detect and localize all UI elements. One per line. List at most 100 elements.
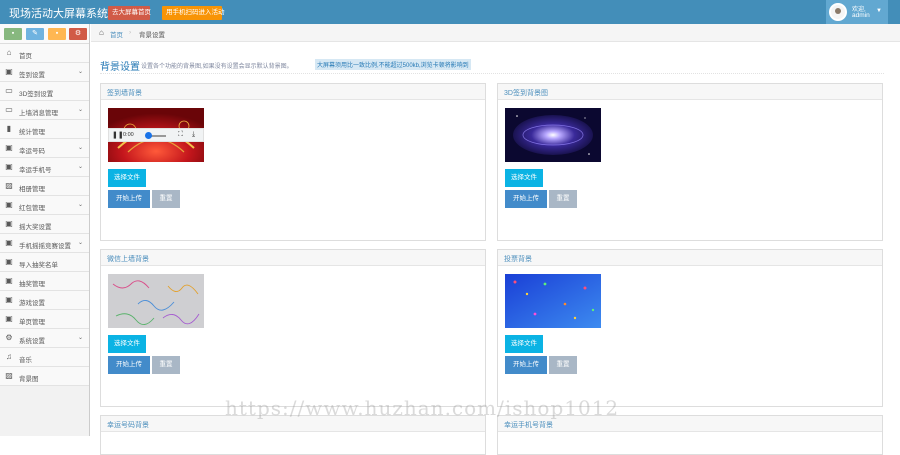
panel-vote-bg: 投票背景 选择文件 开始上传 重置 [497, 249, 883, 407]
breadcrumb-separator: › [129, 29, 132, 36]
breadcrumb-home-link[interactable]: 首页 [110, 29, 123, 39]
monitor-icon: ▭ [5, 86, 13, 95]
sidebar-item[interactable]: ▣ 签到设置 ⌄ [0, 63, 89, 82]
video-time: 0:00 [123, 132, 134, 138]
sidebar-item-label: 单页管理 [19, 319, 45, 326]
panel-title: 投票背景 [504, 256, 532, 263]
gift-icon: ▣ [5, 238, 13, 247]
reset-button[interactable]: 重置 [549, 190, 577, 208]
signal-icon: ▮ [6, 124, 12, 133]
sidebar-item[interactable]: ⌂ 首页 [0, 44, 89, 63]
sidebar-item-label: 系统设置 [19, 338, 45, 345]
choose-file-button[interactable]: 选择文件 [505, 169, 543, 187]
sidebar-shortcuts: ▪ ✎ ▪ ⚙ [0, 24, 89, 44]
app-title[interactable]: 现场活动大屏幕系统 [9, 5, 108, 21]
sidebar-item[interactable]: ▣ 导入抽奖名单 [0, 253, 89, 272]
sidebar-item[interactable]: ▭ 上墙消息管理 ⌄ [0, 101, 89, 120]
sidebar-item-label: 红包管理 [19, 205, 45, 212]
page-title: 背景设置 [100, 62, 140, 73]
top-navbar: 现场活动大屏幕系统 去大屏幕首页 用手机扫码进入活动 欢迎, admin ▼ [0, 0, 900, 24]
panel-lucky-number-bg: 幸运号码背景 [100, 415, 486, 455]
sidebar-item[interactable]: ▨ 相册管理 [0, 177, 89, 196]
chevron-down-icon: ⌄ [77, 107, 83, 113]
sidebar-item[interactable]: ▮ 统计管理 [0, 120, 89, 139]
chevron-down-icon: ⌄ [77, 335, 83, 341]
start-upload-button[interactable]: 开始上传 [108, 190, 150, 208]
sidebar-item[interactable]: ⚙ 系统设置 ⌄ [0, 329, 89, 348]
start-upload-button[interactable]: 开始上传 [108, 356, 150, 374]
sidebar-item-label: 3D签到设置 [19, 91, 54, 98]
wechat-wall-bg-preview [108, 274, 204, 328]
reset-button[interactable]: 重置 [152, 356, 180, 374]
panel-title: 幸运号码背景 [107, 422, 149, 429]
panel-title: 幸运手机号背景 [504, 422, 553, 429]
sidebar-item-label: 手机摇摇竞赛设置 [19, 243, 71, 250]
sidebar-item-label: 背景图 [19, 376, 39, 383]
gift-icon: ▣ [5, 295, 13, 304]
sidebar-item-label: 抽奖管理 [19, 281, 45, 288]
3d-sign-bg-preview [505, 108, 601, 162]
start-upload-button[interactable]: 开始上传 [505, 356, 547, 374]
gift-icon: ▣ [5, 200, 13, 209]
breadcrumb-current: 背景设置 [139, 32, 165, 39]
reset-button[interactable]: 重置 [549, 356, 577, 374]
sidebar-item-label: 上墙消息管理 [19, 110, 58, 117]
panel-title: 微信上墙背景 [107, 256, 149, 263]
user-name: admin [852, 12, 870, 19]
picture-icon: ▨ [5, 371, 13, 380]
avatar [829, 3, 847, 21]
panel-wechat-wall-bg: 微信上墙背景 选择文件 开始上传 重置 [100, 249, 486, 407]
download-icon[interactable]: ⤓ [192, 131, 195, 139]
desktop-icon: ▭ [5, 105, 13, 114]
choose-file-button[interactable]: 选择文件 [505, 335, 543, 353]
music-icon: ♫ [6, 352, 12, 361]
reset-button[interactable]: 重置 [152, 190, 180, 208]
sidebar-item-label: 游戏设置 [19, 300, 45, 307]
cogs-icon[interactable]: ⚙ [69, 28, 87, 40]
sidebar-item[interactable]: ▣ 幸运号码 ⌄ [0, 139, 89, 158]
home-icon: ⌂ [6, 48, 12, 57]
sidebar-item[interactable]: ▣ 手机摇摇竞赛设置 ⌄ [0, 234, 89, 253]
chevron-down-icon: ⌄ [77, 164, 83, 170]
sidebar-item[interactable]: ▭ 3D签到设置 [0, 82, 89, 101]
gift-icon: ▣ [5, 67, 13, 76]
sidebar-item-label: 幸运号码 [19, 148, 45, 155]
mobile-entry-button[interactable]: 用手机扫码进入活动 [162, 6, 225, 20]
picture-icon: ▨ [5, 181, 13, 190]
pencil-icon[interactable]: ✎ [26, 28, 44, 40]
go-screen-button[interactable]: 去大屏幕首页 [108, 6, 151, 20]
gift-icon: ▣ [5, 257, 13, 266]
panel-lucky-phone-bg: 幸运手机号背景 [497, 415, 883, 455]
choose-file-button[interactable]: 选择文件 [108, 169, 146, 187]
breadcrumb: ⌂ 首页 › 背景设置 [91, 24, 900, 42]
panel-3d-sign-bg: 3D签到背景图 选择文件 开始上传 重置 [497, 83, 883, 241]
home-icon: ⌂ [99, 28, 104, 37]
gift-icon: ▣ [5, 143, 13, 152]
start-upload-button[interactable]: 开始上传 [505, 190, 547, 208]
sidebar-item[interactable]: ▣ 摇大奖设置 [0, 215, 89, 234]
chat-icon[interactable]: ▪ [4, 28, 22, 40]
sidebar-item-label: 导入抽奖名单 [19, 262, 58, 269]
sidebar-item-label: 摇大奖设置 [19, 224, 52, 231]
fullscreen-icon[interactable]: ⛶ [178, 131, 183, 139]
sidebar-item-label: 幸运手机号 [19, 167, 52, 174]
gift-icon: ▣ [5, 314, 13, 323]
sidebar-item[interactable]: ♫ 音乐 [0, 348, 89, 367]
sidebar-item-label: 签到设置 [19, 72, 45, 79]
sidebar-item[interactable]: ▣ 红包管理 ⌄ [0, 196, 89, 215]
sidebar-item[interactable]: ▣ 抽奖管理 [0, 272, 89, 291]
watermark: https://www.huzhan.com/ishop1012 [225, 396, 620, 420]
page-description: 设置各个功能的背景图,如果没有设置会显示默认背景图。 [141, 64, 293, 70]
pause-icon[interactable]: ❚❚ [112, 131, 124, 139]
sidebar-item[interactable]: ▣ 游戏设置 [0, 291, 89, 310]
volume-knob[interactable] [145, 132, 152, 139]
sidebar-item-label: 统计管理 [19, 129, 45, 136]
sidebar-nav: ⌂ 首页 ▣ 签到设置 ⌄ ▭ 3D签到设置 ▭ 上墙消息管理 ⌄ ▮ 统计管理 ▣ 幸运号码 ⌄ ▣ 幸运手机… [0, 44, 89, 386]
sidebar-item-label: 相册管理 [19, 186, 45, 193]
sidebar-item[interactable]: ▣ 单页管理 [0, 310, 89, 329]
users-icon[interactable]: ▪ [48, 28, 66, 40]
sidebar-item[interactable]: ▨ 背景图 [0, 367, 89, 386]
user-menu[interactable]: 欢迎, admin ▼ [826, 0, 888, 24]
sidebar-item[interactable]: ▣ 幸运手机号 ⌄ [0, 158, 89, 177]
choose-file-button[interactable]: 选择文件 [108, 335, 146, 353]
